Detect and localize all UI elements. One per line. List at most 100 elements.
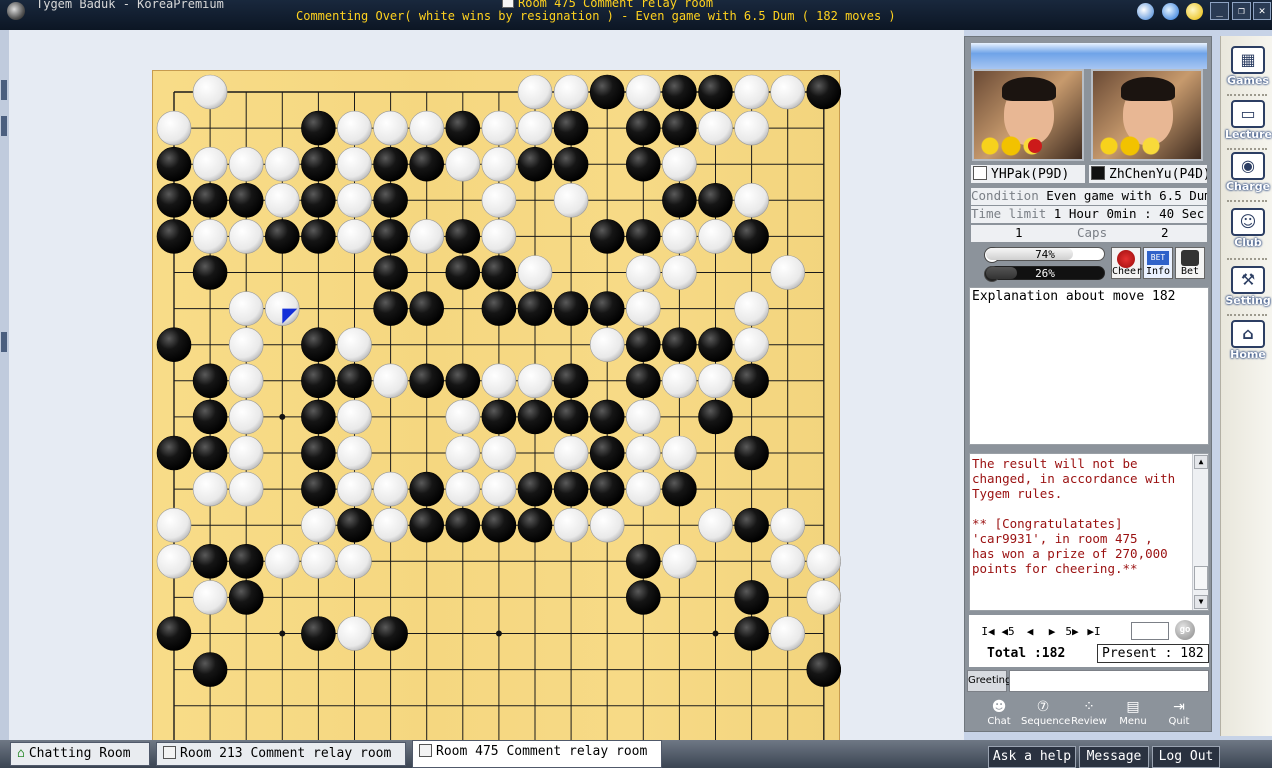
cheer-button[interactable]: Cheer [1111, 247, 1142, 279]
setting-tools-icon: ⚒ [1231, 266, 1265, 294]
sidebar-item-setting[interactable]: ⚒ Setting [1225, 266, 1271, 312]
white-stone [409, 219, 445, 254]
sidebar-item-club[interactable]: ☺ Club [1225, 208, 1271, 254]
white-stone [625, 471, 661, 507]
back-5-moves-button[interactable]: ◀5 [999, 625, 1017, 639]
black-stone [625, 327, 661, 363]
black-stone [337, 363, 372, 399]
white-stone [734, 291, 769, 326]
previous-move-button[interactable]: ◀ [1021, 625, 1039, 639]
strip-handle[interactable] [1, 80, 7, 100]
home-house-icon: ⌂ [1231, 320, 1265, 348]
sidebar-item-lecture[interactable]: ▭ Lecture [1225, 100, 1272, 146]
strip-handle[interactable] [1, 332, 7, 352]
white-cheer-meter: 74% [984, 247, 1105, 263]
move-number-input[interactable] [1131, 622, 1169, 640]
scroll-thumb[interactable] [1194, 566, 1208, 590]
sidebar-item-home[interactable]: ⌂ Home [1225, 320, 1271, 366]
white-stone [625, 291, 661, 326]
white-stone [589, 327, 625, 363]
bet-button[interactable]: Bet [1175, 247, 1205, 279]
black-stone [156, 183, 192, 218]
black-stone [228, 543, 264, 579]
black-stone [625, 146, 661, 182]
go-board[interactable] [152, 70, 841, 759]
log-out-button[interactable]: Log Out [1152, 746, 1220, 768]
black-stone [156, 327, 192, 363]
bet-badge-icon: BET [1147, 251, 1169, 265]
sidebar-item-games[interactable]: ▦ Games [1225, 46, 1271, 92]
chat-tool-button[interactable]: ☻ Chat [977, 697, 1021, 729]
black-stone [156, 435, 192, 471]
go-button[interactable]: go [1175, 620, 1195, 640]
scroll-up-arrow[interactable]: ▲ [1194, 455, 1208, 469]
tab-room-475[interactable]: Room 475 Comment relay room [412, 740, 662, 768]
black-stone [301, 616, 336, 651]
sequence-tool-button[interactable]: ⑦ Sequence [1021, 697, 1070, 729]
chat-scrollbar[interactable]: ▲ ▼ [1192, 454, 1208, 610]
black-stone [481, 399, 517, 435]
black-stone [517, 471, 553, 507]
white-player-row[interactable]: YHPak(P9D) [971, 165, 1085, 183]
white-stone [337, 219, 372, 254]
bet-info-button[interactable]: BET Info [1143, 247, 1173, 279]
black-stone [625, 219, 661, 254]
white-stone [445, 399, 481, 435]
black-stone [301, 327, 336, 363]
forward-5-moves-button[interactable]: 5▶ [1063, 625, 1081, 639]
black-stone [481, 291, 517, 326]
minimize-button[interactable]: _ [1210, 2, 1229, 20]
title-bar: Tygem Baduk - KoreaPremium Room 475 Comm… [0, 0, 1272, 30]
next-move-button[interactable]: ▶ [1043, 625, 1061, 639]
black-stone [553, 363, 589, 399]
white-stone [337, 543, 372, 579]
white-stone [662, 255, 697, 290]
menu-tool-button[interactable]: ▤ Menu [1111, 697, 1155, 729]
white-stone [301, 543, 336, 579]
black-stone [698, 74, 733, 110]
black-stone [662, 183, 697, 218]
white-stone [698, 219, 733, 254]
white-stone [481, 435, 517, 471]
strip-handle[interactable] [1, 116, 7, 136]
search-icon[interactable] [1162, 3, 1179, 20]
tab-room-213[interactable]: Room 213 Comment relay room [156, 742, 406, 766]
white-stone [192, 74, 228, 110]
greeting-button[interactable]: Greeting [967, 670, 1011, 692]
maximize-button[interactable]: ❐ [1232, 2, 1251, 20]
black-stone [734, 616, 769, 651]
black-stone [228, 580, 264, 615]
black-player-row[interactable]: ZhChenYu(P4D) [1089, 165, 1207, 183]
black-stone [734, 363, 769, 399]
go-board-grid[interactable] [153, 71, 841, 759]
white-stone [481, 110, 517, 146]
message-button[interactable]: Message [1079, 746, 1149, 768]
black-stone [698, 183, 733, 218]
white-stone-indicator [973, 166, 987, 180]
quit-tool-button[interactable]: ⇥ Quit [1157, 697, 1201, 729]
black-captures: 2 [1161, 225, 1169, 240]
tab-chatting-room[interactable]: ⌂ Chatting Room [10, 742, 150, 766]
room-taskbar: ⌂ Chatting Room Room 213 Comment relay ro… [0, 740, 1272, 768]
white-stone [228, 291, 264, 326]
black-stone [806, 74, 841, 110]
white-stone [625, 399, 661, 435]
black-stone [553, 399, 589, 435]
sidebar-item-charge[interactable]: ◉ Charge [1225, 152, 1271, 198]
black-stone [192, 399, 228, 435]
room-board-icon [163, 746, 176, 759]
review-tool-button[interactable]: ⁘ Review [1067, 697, 1111, 729]
help-bulb-icon[interactable] [1186, 3, 1203, 20]
first-move-button[interactable]: I◀ [979, 625, 997, 639]
black-stone [301, 435, 336, 471]
white-player-name: YHPak(P9D) [991, 167, 1070, 182]
chat-input[interactable] [1009, 670, 1209, 692]
black-stone [301, 399, 336, 435]
black-stone [192, 435, 228, 471]
close-button[interactable]: ✕ [1253, 2, 1271, 20]
ask-help-button[interactable]: Ask a help [988, 746, 1076, 768]
skin-icon[interactable] [1137, 3, 1154, 20]
scroll-down-arrow[interactable]: ▼ [1194, 595, 1208, 609]
last-move-button[interactable]: ▶I [1085, 625, 1103, 639]
chat-log[interactable]: The result will not be changed, in accor… [969, 453, 1209, 611]
